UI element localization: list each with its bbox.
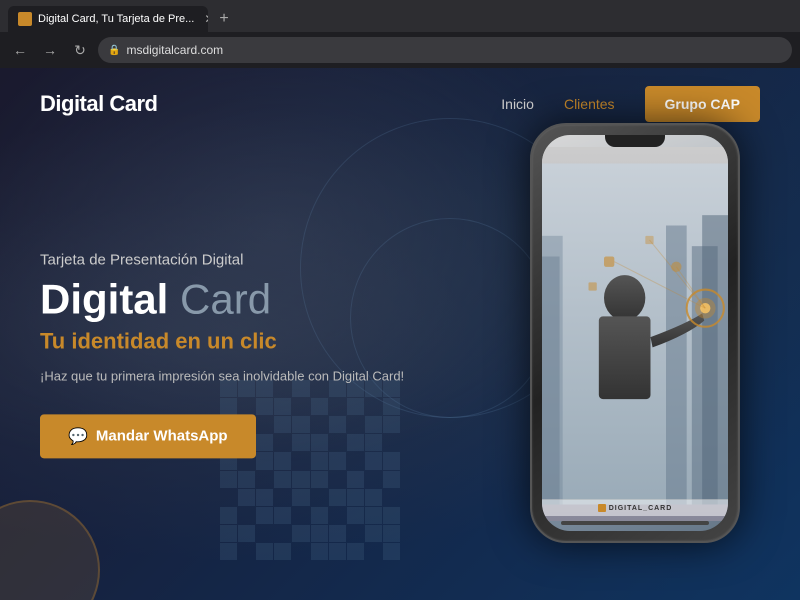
phone-home-indicator (561, 521, 710, 525)
phone-content-area (542, 147, 728, 521)
back-button[interactable]: ← (8, 38, 32, 62)
whatsapp-button[interactable]: 💬 Mandar WhatsApp (40, 414, 256, 458)
hero-title-bold: Digital (40, 275, 168, 322)
reload-button[interactable]: ↻ (68, 38, 92, 62)
nav-cta-button[interactable]: Grupo CAP (645, 86, 760, 122)
new-tab-button[interactable]: + (212, 7, 236, 31)
ssl-lock-icon: 🔒 (108, 45, 120, 56)
url-text: msdigitalcard.com (126, 43, 223, 57)
tab-close-button[interactable]: ✕ (204, 12, 208, 26)
whatsapp-icon: 💬 (68, 426, 88, 446)
phone-label-icon (598, 504, 606, 512)
phone-mockup: DIGITAL_CARD (530, 123, 740, 543)
phone-notch (605, 135, 665, 147)
active-tab[interactable]: Digital Card, Tu Tarjeta de Pre... ✕ (8, 6, 208, 32)
phone-brand-label: DIGITAL_CARD (542, 499, 728, 516)
browser-nav-bar: ← → ↻ 🔒 msdigitalcard.com (0, 32, 800, 68)
website-container: Digital Card Inicio Clientes Grupo CAP T… (0, 68, 800, 600)
forward-button[interactable]: → (38, 38, 62, 62)
browser-chrome: Digital Card, Tu Tarjeta de Pre... ✕ + ←… (0, 0, 800, 68)
phone-screen-illustration (542, 147, 728, 521)
hero-subtitle: Tarjeta de Presentación Digital (40, 251, 404, 268)
tab-title: Digital Card, Tu Tarjeta de Pre... (38, 13, 194, 25)
phone-outer-frame: DIGITAL_CARD (530, 123, 740, 543)
nav-link-inicio[interactable]: Inicio (501, 96, 534, 112)
tab-favicon (18, 12, 32, 26)
hero-tagline: Tu identidad en un clic (40, 329, 404, 355)
hero-description: ¡Haz que tu primera impresión sea inolvi… (40, 367, 404, 387)
tab-bar: Digital Card, Tu Tarjeta de Pre... ✕ + (0, 0, 800, 32)
address-bar[interactable]: 🔒 msdigitalcard.com (98, 37, 792, 63)
whatsapp-button-label: Mandar WhatsApp (96, 428, 228, 445)
hero-title-light: Card (180, 275, 271, 322)
phone-screen: DIGITAL_CARD (542, 135, 728, 531)
hero-title: Digital Card (40, 276, 404, 322)
nav-link-clientes[interactable]: Clientes (564, 96, 615, 112)
site-logo: Digital Card (40, 91, 157, 117)
nav-links: Inicio Clientes Grupo CAP (501, 86, 760, 122)
hero-content: Tarjeta de Presentación Digital Digital … (40, 251, 404, 458)
